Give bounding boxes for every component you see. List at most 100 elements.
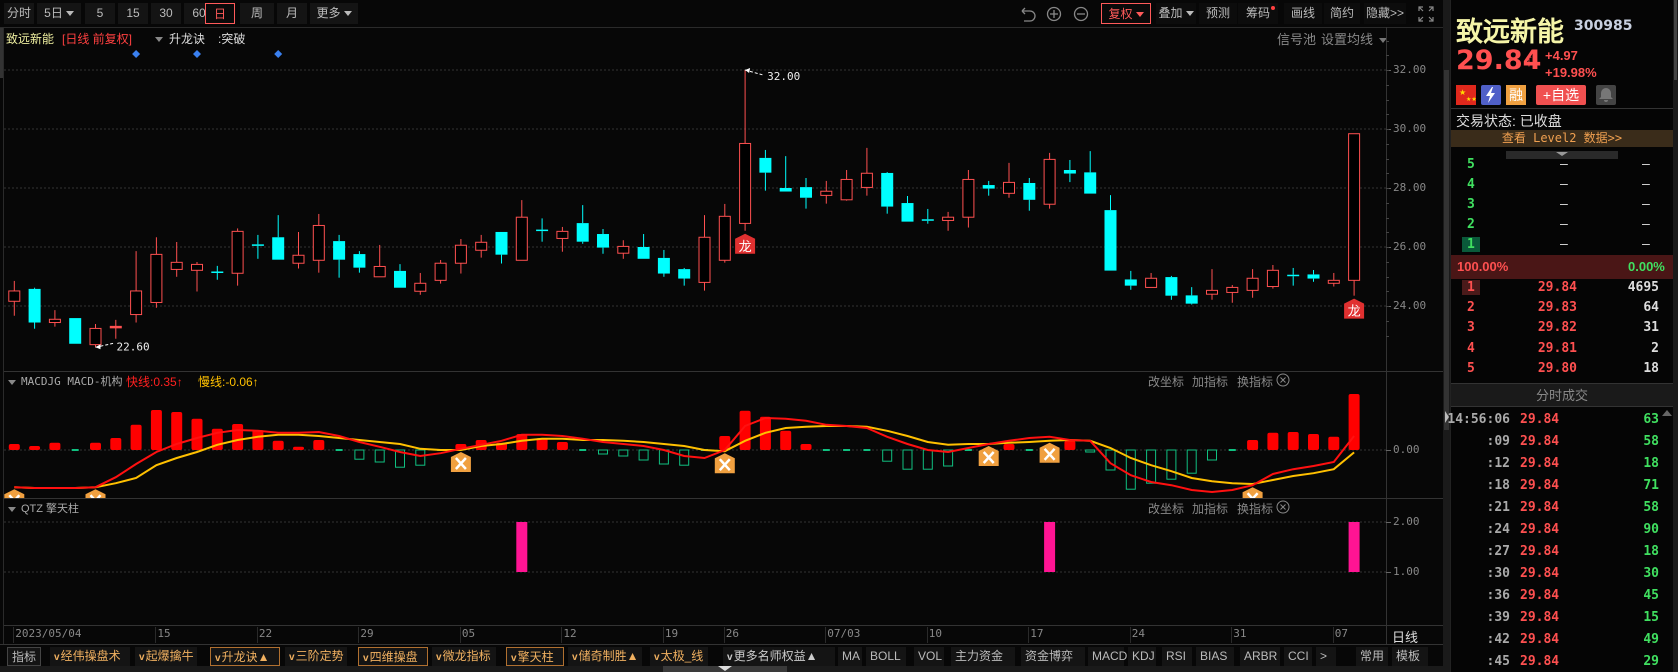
candle[interactable] <box>982 180 995 196</box>
period-7[interactable]: 周 <box>240 3 274 24</box>
indicator-tab-5[interactable]: v四维操盘 <box>358 647 428 666</box>
candle[interactable] <box>130 251 143 323</box>
candle[interactable] <box>272 215 285 260</box>
signal-diamond-icon[interactable] <box>274 50 283 58</box>
candle[interactable] <box>576 205 589 244</box>
candle[interactable] <box>718 203 731 263</box>
period-9[interactable]: 更多 <box>310 3 358 24</box>
candle[interactable] <box>1226 285 1239 303</box>
signal-diamond-icon[interactable] <box>193 50 201 58</box>
candle[interactable] <box>495 231 508 264</box>
period-4[interactable]: 30 <box>151 3 181 24</box>
bid-row[interactable]: 2 29.83 64 <box>1452 298 1672 318</box>
indicator-tab-0[interactable]: 指标 <box>7 647 41 666</box>
quote-panel-scrollbar[interactable] <box>1673 0 1678 672</box>
candle[interactable] <box>962 170 975 228</box>
period-2[interactable]: 5 <box>85 3 115 24</box>
candle[interactable] <box>800 177 812 209</box>
candle[interactable] <box>1084 151 1097 194</box>
candle[interactable] <box>820 180 833 204</box>
candle[interactable] <box>1023 177 1036 211</box>
candle[interactable] <box>48 310 61 327</box>
indicator-tab-6[interactable]: v微龙指标 <box>432 647 496 666</box>
candle[interactable] <box>1165 275 1178 300</box>
add-watchlist-button[interactable]: +自选 <box>1536 85 1586 105</box>
candle[interactable] <box>860 147 873 196</box>
ask-row[interactable]: 5 — — <box>1452 155 1672 175</box>
candle[interactable] <box>556 226 569 252</box>
indicator-tab-4[interactable]: v三阶定势 <box>285 647 347 666</box>
candle[interactable] <box>28 287 41 329</box>
candle[interactable] <box>779 156 792 192</box>
set-ma-button[interactable]: 设置均线 <box>1321 29 1388 48</box>
tool-3[interactable]: 筹码 <box>1238 3 1278 24</box>
qtz-chart[interactable] <box>4 499 1386 625</box>
period-8[interactable]: 月 <box>277 3 307 24</box>
candle[interactable] <box>942 211 955 231</box>
golden-cross-badge[interactable] <box>450 452 471 472</box>
period-0[interactable]: 分时 <box>4 3 34 24</box>
indicator-tab-19[interactable]: BIAS <box>1196 647 1234 666</box>
candle[interactable] <box>89 323 102 348</box>
candle[interactable] <box>1104 195 1117 271</box>
candlestick-chart[interactable]: 32.0022.60龙龙 <box>4 50 1386 370</box>
indicator-tab-8[interactable]: v储奇制胜▲ <box>568 647 642 666</box>
tool-0[interactable]: 复权 <box>1101 3 1151 24</box>
candle[interactable] <box>1145 272 1158 288</box>
candle[interactable] <box>1266 264 1279 289</box>
china-flag-icon[interactable]: ★★★ <box>1456 85 1476 105</box>
golden-cross-badge[interactable] <box>4 489 25 498</box>
undo-icon[interactable] <box>1021 7 1036 22</box>
candle[interactable] <box>434 259 447 284</box>
indicator-tab-2[interactable]: v起爆擒牛 <box>135 647 197 666</box>
candle[interactable] <box>69 318 82 344</box>
golden-cross-badge[interactable] <box>978 446 999 466</box>
dragon-signal-badge[interactable]: 龙 <box>1344 298 1365 319</box>
tool-6[interactable]: 隐藏>> <box>1364 3 1406 24</box>
candle[interactable] <box>1043 152 1056 209</box>
period-1[interactable]: 5日 <box>37 3 81 24</box>
golden-cross-badge[interactable] <box>714 453 735 474</box>
golden-cross-badge[interactable] <box>1039 442 1060 463</box>
tool-5[interactable]: 简约 <box>1324 3 1360 24</box>
candle[interactable] <box>231 228 244 286</box>
candle[interactable] <box>333 234 346 278</box>
indicator-tab-23[interactable]: 常用 <box>1356 647 1388 666</box>
candle[interactable] <box>8 280 21 316</box>
ask-row[interactable]: 3 — — <box>1452 195 1672 215</box>
indicator-tab-11[interactable]: MA <box>838 647 862 666</box>
indicator-tab-15[interactable]: 资金博弈 <box>1021 647 1085 666</box>
candle[interactable] <box>211 265 224 280</box>
alert-bell-icon[interactable] <box>1596 85 1616 105</box>
candle[interactable] <box>1348 133 1361 296</box>
candle[interactable] <box>373 244 386 278</box>
candle[interactable] <box>1003 162 1015 198</box>
signal-pool-button[interactable]: 信号池 <box>1277 29 1316 48</box>
zoom-in-icon[interactable] <box>1046 6 1062 22</box>
candle[interactable] <box>191 262 203 292</box>
indicator-tab-1[interactable]: v经伟操盘术 <box>50 647 130 666</box>
candle[interactable] <box>1307 270 1320 282</box>
golden-cross-badge[interactable] <box>1242 487 1263 498</box>
candle[interactable] <box>150 237 163 308</box>
candle[interactable] <box>901 195 914 222</box>
candle[interactable] <box>637 234 650 259</box>
indicator-selector[interactable]: 升龙诀 <box>155 30 205 47</box>
indicator-tab-13[interactable]: VOL <box>914 647 944 666</box>
indicator-tab-20[interactable]: ARBR <box>1240 647 1280 666</box>
candle[interactable] <box>739 70 752 231</box>
tool-2[interactable]: 预测 <box>1199 3 1237 24</box>
golden-cross-badge[interactable] <box>85 489 106 498</box>
ask-row[interactable]: 4 — — <box>1452 175 1672 195</box>
candle[interactable] <box>109 319 122 339</box>
tool-1[interactable]: 叠加 <box>1156 3 1196 24</box>
macd-chart[interactable] <box>4 372 1386 498</box>
signal-diamond-icon[interactable] <box>132 50 141 58</box>
candle[interactable] <box>678 267 691 286</box>
candle[interactable] <box>515 200 528 261</box>
quote-scroll-thumb[interactable] <box>1674 0 1677 80</box>
candle[interactable] <box>921 208 934 224</box>
candle[interactable] <box>698 215 711 291</box>
candle[interactable] <box>1246 269 1259 298</box>
candle[interactable] <box>881 172 894 214</box>
